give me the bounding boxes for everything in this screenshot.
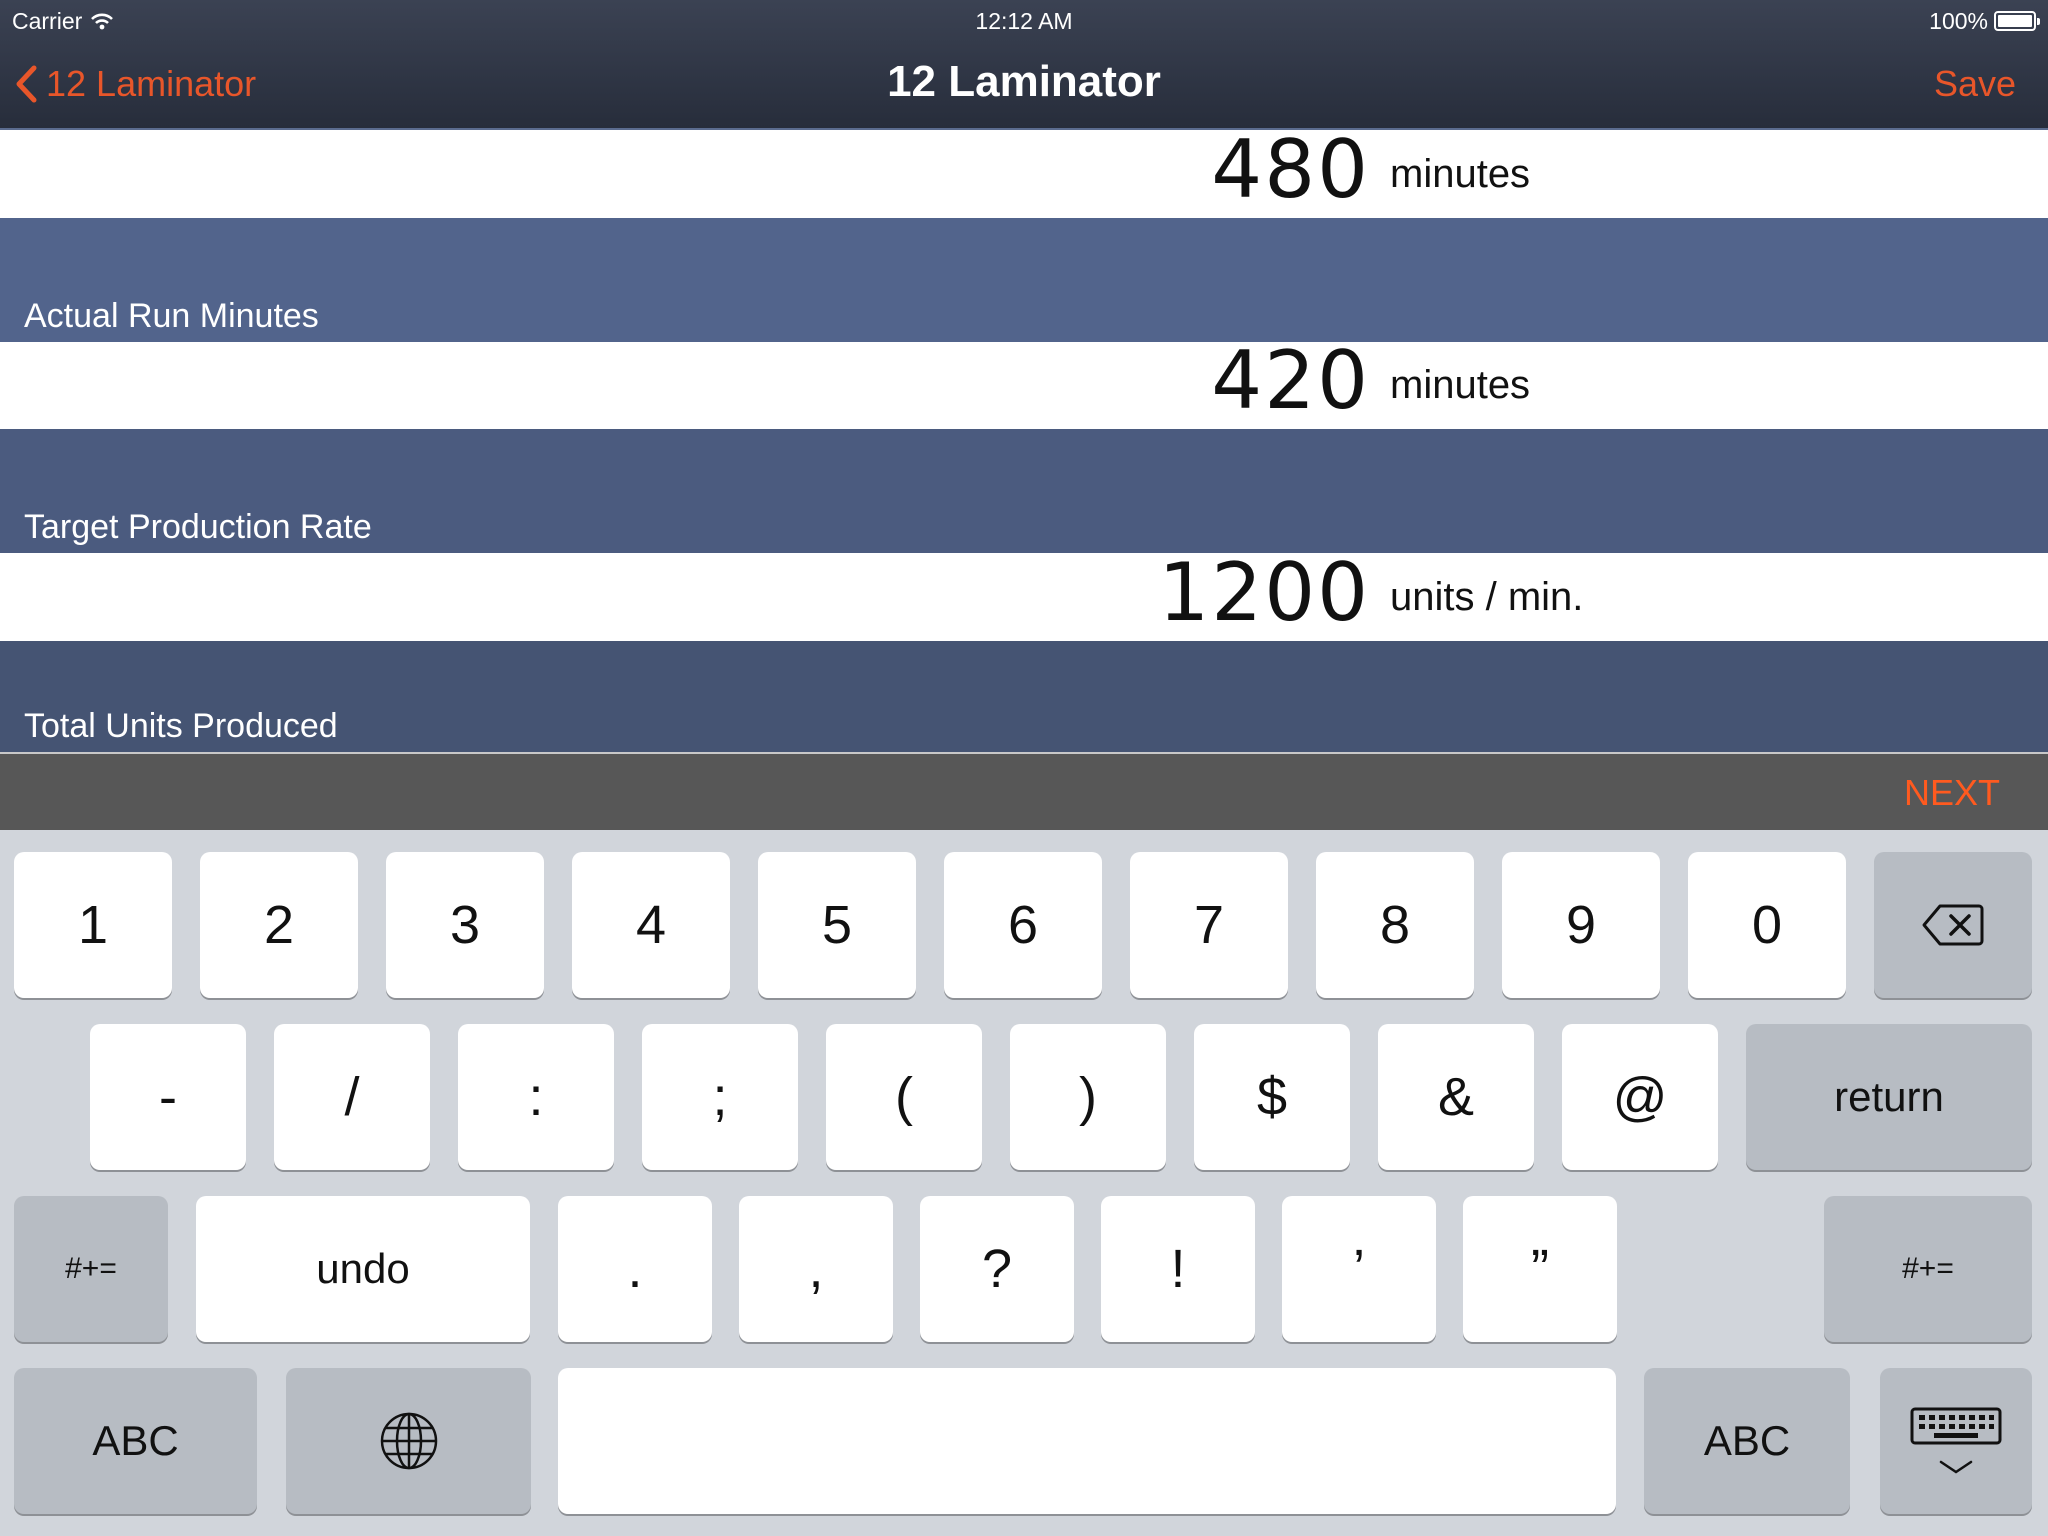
chevron-down-icon xyxy=(1939,1460,1973,1474)
space-key[interactable] xyxy=(558,1368,1616,1514)
page-title: 12 Laminator xyxy=(887,57,1161,106)
form-content: 480 minutes Actual Run Minutes 420 minut… xyxy=(0,130,2048,752)
value-number: 480 xyxy=(1211,130,1370,216)
key-5[interactable]: 5 xyxy=(758,852,916,998)
keyboard-icon xyxy=(1910,1407,2002,1445)
key-colon[interactable]: : xyxy=(458,1024,614,1170)
key-3[interactable]: 3 xyxy=(386,852,544,998)
key-semicolon[interactable]: ; xyxy=(642,1024,798,1170)
key-0[interactable]: 0 xyxy=(1688,852,1846,998)
value-row-actual-run[interactable]: 420 minutes xyxy=(0,334,2048,429)
key-7[interactable]: 7 xyxy=(1130,852,1288,998)
key-9[interactable]: 9 xyxy=(1502,852,1660,998)
row-label: Actual Run Minutes xyxy=(24,297,319,335)
save-button[interactable]: Save xyxy=(1934,58,2016,110)
label-row-total-units: Total Units Produced xyxy=(0,641,2048,752)
keyboard: 1 2 3 4 5 6 7 8 9 0 - / : ; ( ) $ & @ re… xyxy=(0,830,2048,1536)
value-number: 420 xyxy=(1211,334,1370,427)
value-number: 1200 xyxy=(1158,546,1370,639)
key-1[interactable]: 1 xyxy=(14,852,172,998)
undo-key[interactable]: undo xyxy=(196,1196,530,1342)
key-comma[interactable]: , xyxy=(739,1196,893,1342)
clock: 12:12 AM xyxy=(975,8,1073,34)
row-label: Target Production Rate xyxy=(24,508,372,546)
battery-percent: 100% xyxy=(1929,8,1988,34)
symbols-key-left[interactable]: #+= xyxy=(14,1196,168,1342)
globe-icon xyxy=(380,1412,437,1470)
abc-key-right[interactable]: ABC xyxy=(1644,1368,1850,1514)
status-right: 100% xyxy=(1929,6,2040,36)
key-slash[interactable]: / xyxy=(274,1024,430,1170)
key-period[interactable]: . xyxy=(558,1196,712,1342)
value-row-target-rate[interactable]: 1200 units / min. xyxy=(0,553,2048,641)
backspace-icon xyxy=(1922,904,1984,946)
key-left-paren[interactable]: ( xyxy=(826,1024,982,1170)
key-at[interactable]: @ xyxy=(1562,1024,1718,1170)
key-exclamation[interactable]: ! xyxy=(1101,1196,1255,1342)
key-dollar[interactable]: $ xyxy=(1194,1024,1350,1170)
key-right-paren[interactable]: ) xyxy=(1010,1024,1166,1170)
value-row-scheduled[interactable]: 480 minutes xyxy=(0,130,2048,218)
abc-key-left[interactable]: ABC xyxy=(14,1368,257,1514)
keyboard-accessory-bar: NEXT xyxy=(0,752,2048,830)
next-button[interactable]: NEXT xyxy=(1904,772,2000,814)
key-quote[interactable]: ” xyxy=(1463,1196,1617,1342)
dismiss-keyboard-key[interactable] xyxy=(1880,1368,2032,1514)
battery-icon xyxy=(1994,11,2040,31)
key-2[interactable]: 2 xyxy=(200,852,358,998)
row-label: Total Units Produced xyxy=(24,707,338,745)
key-ampersand[interactable]: & xyxy=(1378,1024,1534,1170)
globe-key[interactable] xyxy=(286,1368,531,1514)
value-unit: minutes xyxy=(1390,152,1531,196)
key-apostrophe[interactable]: ’ xyxy=(1282,1196,1436,1342)
key-hyphen[interactable]: - xyxy=(90,1024,246,1170)
key-4[interactable]: 4 xyxy=(572,852,730,998)
label-row-target-rate: Target Production Rate xyxy=(0,429,2048,553)
value-unit: units / min. xyxy=(1390,575,1584,619)
key-8[interactable]: 8 xyxy=(1316,852,1474,998)
value-unit: minutes xyxy=(1390,363,1531,407)
backspace-key[interactable] xyxy=(1874,852,2032,998)
symbols-key-right[interactable]: #+= xyxy=(1824,1196,2032,1342)
key-question[interactable]: ? xyxy=(920,1196,1074,1342)
return-key[interactable]: return xyxy=(1746,1024,2032,1170)
key-6[interactable]: 6 xyxy=(944,852,1102,998)
label-row-actual-run: Actual Run Minutes xyxy=(0,218,2048,342)
top-bar: Carrier 12:12 AM 100% 12 Laminator 12 La… xyxy=(0,0,2048,130)
